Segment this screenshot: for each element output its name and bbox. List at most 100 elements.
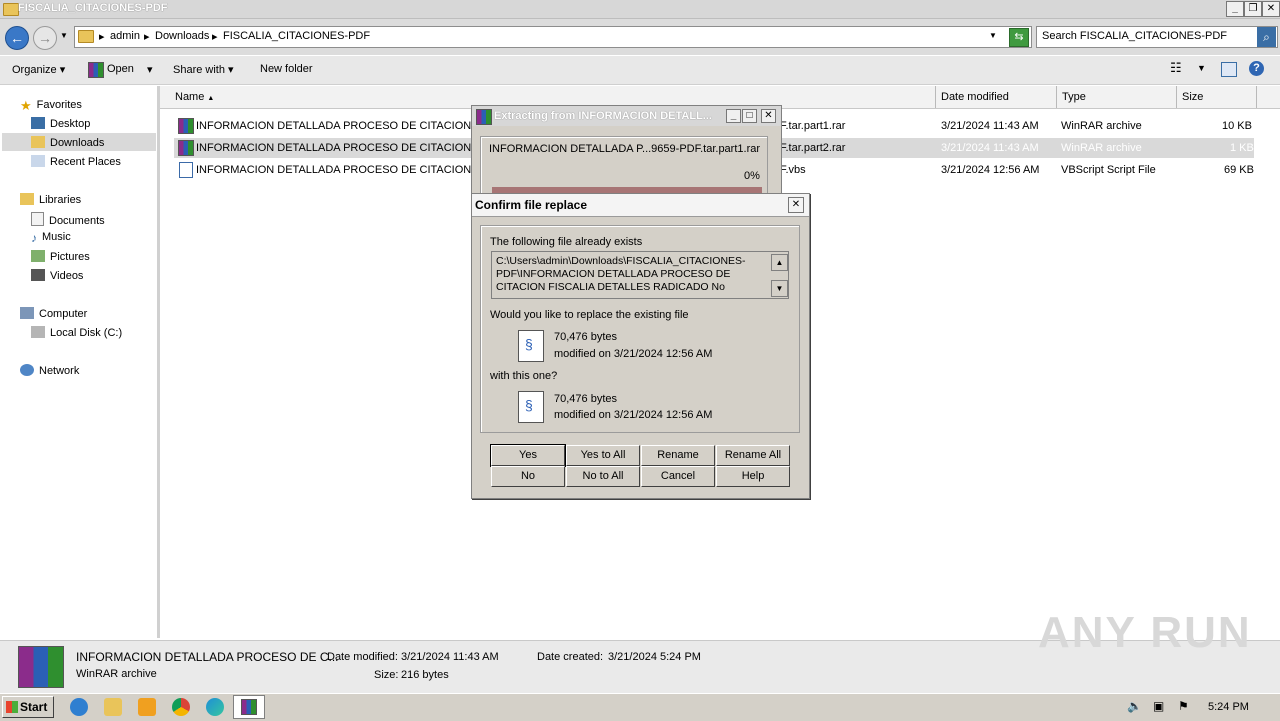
sidebar-item-downloads[interactable]: Downloads — [31, 136, 104, 149]
details-date-modified-label: Date modified: — [327, 651, 398, 663]
sidebar-item-favorites[interactable]: ★ Favorites — [20, 98, 82, 113]
file-path-box[interactable]: C:\Users\admin\Downloads\FISCALIA_CITACI… — [491, 251, 789, 299]
existing-file-modified: modified on 3/21/2024 12:56 AM — [554, 348, 713, 360]
media-player-icon[interactable] — [138, 698, 156, 716]
rename-all-button[interactable]: Rename All — [716, 445, 790, 466]
file-size: 10 KB — [1222, 120, 1252, 132]
minimize-button[interactable]: _ — [1226, 1, 1244, 17]
search-input[interactable]: Search FISCALIA_CITACIONES-PDF ⌕ — [1036, 26, 1278, 48]
speaker-icon[interactable]: 🔈 — [1127, 699, 1142, 713]
no-button[interactable]: No — [491, 466, 565, 487]
details-date-created: 3/21/2024 5:24 PM — [608, 651, 701, 663]
winrar-taskbar-button[interactable] — [233, 695, 265, 719]
refresh-button[interactable]: ⇆ — [1009, 28, 1029, 47]
open-button[interactable]: Open — [107, 63, 134, 75]
close-window-button[interactable]: ✕ — [1262, 1, 1280, 17]
chrome-icon[interactable] — [172, 698, 190, 716]
file-name-tail: F.vbs — [780, 164, 806, 176]
downloads-folder-icon — [31, 136, 45, 148]
search-icon[interactable]: ⌕ — [1257, 27, 1276, 47]
sidebar-item-desktop[interactable]: Desktop — [31, 117, 90, 130]
file-date: 3/21/2024 11:43 AM — [941, 142, 1039, 154]
sidebar-item-music[interactable]: ♪ Music — [31, 231, 71, 245]
file-size: 1 KB — [1230, 142, 1254, 154]
music-icon: ♪ — [31, 231, 37, 245]
file-date: 3/21/2024 12:56 AM — [941, 164, 1040, 176]
taskbar — [0, 693, 1280, 721]
back-button[interactable]: ← — [5, 26, 29, 50]
winrar-icon — [241, 699, 257, 715]
file-exists-text: The following file already exists — [490, 236, 643, 248]
sidebar-item-network[interactable]: Network — [20, 364, 79, 377]
maximize-button[interactable]: □ — [742, 109, 757, 123]
help-icon[interactable]: ? — [1249, 61, 1264, 76]
replace-question: Would you like to replace the existing f… — [490, 309, 689, 321]
breadcrumb-downloads[interactable]: Downloads — [155, 30, 209, 42]
internet-explorer-icon[interactable] — [70, 698, 88, 716]
sidebar-item-computer[interactable]: Computer — [20, 307, 87, 320]
extraction-dialog-title: Extracting from INFORMACION DETALL... — [494, 110, 712, 122]
anyrun-watermark: ANY RUN — [1038, 608, 1252, 657]
existing-file-size: 70,476 bytes — [554, 331, 617, 343]
winrar-icon — [88, 62, 104, 78]
address-dropdown[interactable]: ▼ — [989, 31, 997, 40]
cancel-button[interactable]: Cancel — [641, 466, 715, 487]
column-date-modified[interactable]: Date modified — [941, 91, 1009, 103]
close-button[interactable]: ✕ — [761, 109, 776, 123]
breadcrumb-folder[interactable]: FISCALIA_CITACIONES-PDF — [223, 30, 370, 42]
folder-icon — [3, 3, 19, 16]
forward-button[interactable]: → — [33, 26, 57, 50]
preview-pane-icon[interactable] — [1221, 62, 1237, 77]
minimize-button[interactable]: _ — [726, 109, 741, 123]
yes-button[interactable]: Yes — [490, 444, 566, 467]
yes-to-all-button[interactable]: Yes to All — [566, 445, 640, 466]
no-to-all-button[interactable]: No to All — [566, 466, 640, 487]
winrar-archive-large-icon — [18, 646, 64, 688]
share-with-button[interactable]: Share with ▾ — [173, 63, 234, 76]
folder-icon — [78, 30, 94, 43]
sidebar-item-documents[interactable]: Documents — [31, 212, 105, 227]
start-button[interactable]: Start — [2, 696, 54, 718]
network-tray-icon[interactable]: ▣ — [1153, 699, 1164, 713]
rename-button[interactable]: Rename — [641, 445, 715, 466]
new-file-size: 70,476 bytes — [554, 393, 617, 405]
window-title: FISCALIA_CITACIONES-PDF — [18, 2, 168, 14]
documents-icon — [31, 212, 44, 226]
file-date: 3/21/2024 11:43 AM — [941, 120, 1039, 132]
recent-places-icon — [31, 155, 45, 167]
details-size: 216 bytes — [401, 669, 449, 681]
scroll-up-button[interactable]: ▲ — [771, 254, 788, 271]
sidebar-item-recent-places[interactable]: Recent Places — [31, 155, 121, 168]
star-icon: ★ — [20, 98, 32, 113]
clock[interactable]: 5:24 PM — [1208, 701, 1249, 713]
open-dropdown[interactable]: ▾ — [147, 63, 153, 76]
address-bar[interactable]: ▸ admin ▸ Downloads ▸ FISCALIA_CITACIONE… — [74, 26, 1032, 48]
file-explorer-icon[interactable] — [104, 698, 122, 716]
vbscript-file-icon: § — [518, 330, 544, 362]
restore-button[interactable]: ❐ — [1244, 1, 1262, 17]
sidebar-item-videos[interactable]: Videos — [31, 269, 83, 282]
close-button[interactable]: ✕ — [788, 197, 804, 213]
scroll-down-button[interactable]: ▼ — [771, 280, 788, 297]
flag-icon[interactable]: ⚑ — [1178, 699, 1189, 713]
file-name: INFORMACION DETALLADA PROCESO DE CITACIO… — [196, 120, 492, 132]
view-dropdown[interactable]: ▼ — [1197, 63, 1206, 73]
libraries-icon — [20, 193, 34, 205]
sidebar-item-local-disk[interactable]: Local Disk (C:) — [31, 326, 122, 339]
help-button[interactable]: Help — [716, 466, 790, 487]
column-size[interactable]: Size — [1182, 91, 1203, 103]
recent-pages-dropdown[interactable]: ▼ — [60, 31, 68, 40]
column-name[interactable]: Name ▲ — [175, 91, 214, 103]
breadcrumb-admin[interactable]: admin — [110, 30, 140, 42]
sidebar-item-pictures[interactable]: Pictures — [31, 250, 90, 263]
file-name-tail: F.tar.part1.rar — [780, 120, 846, 132]
column-type[interactable]: Type — [1062, 91, 1086, 103]
new-folder-button[interactable]: New folder — [260, 63, 313, 75]
organize-button[interactable]: Organize ▾ — [12, 63, 65, 76]
edge-icon[interactable] — [206, 698, 224, 716]
sidebar-item-libraries[interactable]: Libraries — [20, 193, 81, 206]
navigation-pane — [0, 86, 160, 638]
file-size: 69 KB — [1224, 164, 1254, 176]
details-size-label: Size: — [374, 669, 399, 681]
view-options-icon[interactable]: ☷ — [1170, 60, 1182, 76]
